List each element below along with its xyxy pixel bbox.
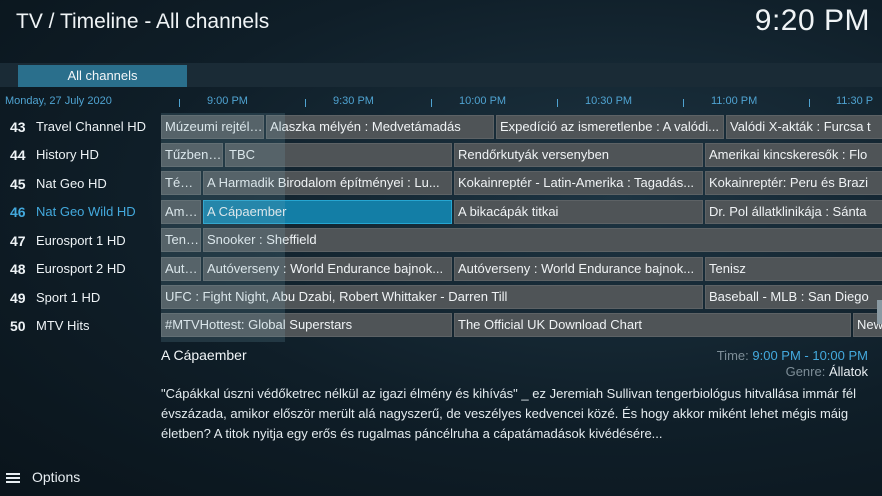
options-label: Options	[32, 469, 81, 485]
time-tick	[431, 99, 432, 107]
channel-name: Sport 1 HD	[36, 290, 101, 305]
program-cell[interactable]: A Harmadik Birodalom építményei : Lu...	[203, 171, 452, 195]
options-button[interactable]: Options	[6, 469, 80, 485]
time-tick	[557, 99, 558, 107]
channel-number: 50	[10, 318, 26, 334]
clock: 9:20 PM	[754, 4, 870, 37]
program-cell[interactable]: UFC : Fight Night, Abu Dzabi, Robert Whi…	[161, 285, 703, 309]
time-tick	[305, 99, 306, 107]
time-mark: 11:00 PM	[711, 95, 758, 107]
menu-icon	[6, 471, 20, 485]
program-cell[interactable]: #MTVHottest: Global Superstars	[161, 313, 452, 337]
program-cell[interactable]: Autóverseny : World Endurance bajnok...	[454, 257, 703, 281]
page-title: TV / Timeline - All channels	[16, 10, 270, 33]
time-label: Time:	[716, 348, 749, 363]
time-mark: 9:00 PM	[207, 95, 248, 107]
time-value: 9:00 PM - 10:00 PM	[752, 348, 868, 363]
program-cell[interactable]: Rendőrkutyák versenyben	[454, 143, 703, 167]
channel-number: 48	[10, 261, 26, 277]
program-cell[interactable]: Dr. Pol állatklinikája : Sánta	[705, 200, 882, 224]
program-cell[interactable]: A bikacápák titkai	[454, 200, 703, 224]
channel-row[interactable]: 49 Sport 1 HD	[0, 284, 160, 312]
channel-name: Eurosport 2 HD	[36, 261, 126, 276]
program-detail-title: A Cápaember	[161, 347, 247, 363]
program-cell[interactable]: Tenisz	[705, 257, 882, 281]
epg-grid: Múzeumi rejtélyek Alaszka mélyén : Medve…	[161, 113, 882, 342]
tab-bar: All channels	[0, 63, 882, 87]
program-cell[interactable]: Amerikai	[161, 200, 201, 224]
channel-number: 44	[10, 147, 26, 163]
channel-row-selected[interactable]: 46 Nat Geo Wild HD	[0, 198, 160, 226]
channel-row[interactable]: 50 MTV Hits	[0, 312, 160, 340]
program-cell[interactable]: Autóverseny : World Endurance bajnok...	[203, 257, 452, 281]
time-tick	[809, 99, 810, 107]
program-cell[interactable]: The Official UK Download Chart	[454, 313, 851, 337]
channel-row[interactable]: 44 History HD	[0, 141, 160, 169]
program-cell-focused[interactable]: A Cápaember	[203, 200, 452, 224]
channel-name: Eurosport 1 HD	[36, 233, 126, 248]
program-cell[interactable]: Expedíció az ismeretlenbe : A valódi...	[496, 115, 724, 139]
program-cell[interactable]: Tenisz	[161, 228, 201, 252]
genre-label: Genre:	[785, 364, 826, 379]
program-cell[interactable]: Alaszka mélyén : Medvetámadás	[266, 115, 494, 139]
time-mark: 11:30 P	[836, 95, 874, 107]
channel-name: MTV Hits	[36, 318, 90, 333]
channel-number: 43	[10, 119, 26, 135]
scrollbar[interactable]	[877, 300, 882, 324]
program-cell[interactable]: Amerikai kincskeresők : Flo	[705, 143, 882, 167]
time-tick	[179, 99, 180, 107]
time-mark: 10:00 PM	[459, 95, 507, 107]
channel-number: 47	[10, 233, 26, 249]
program-cell[interactable]: Kokainreptér - Latin-Amerika : Tagadás..…	[454, 171, 703, 195]
time-mark: 10:30 PM	[585, 95, 633, 107]
program-cell[interactable]: TBC	[225, 143, 452, 167]
channel-number: 49	[10, 290, 26, 306]
program-cell[interactable]: Valódi X-akták : Furcsa t	[726, 115, 882, 139]
tab-all-channels[interactable]: All channels	[18, 65, 187, 87]
channel-name: Nat Geo HD	[36, 176, 107, 191]
program-cell[interactable]: Baseball - MLB : San Diego	[705, 285, 882, 309]
genre-value: Állatok	[828, 364, 868, 379]
channel-row[interactable]: 43 Travel Channel HD	[0, 113, 160, 141]
time-tick	[683, 99, 684, 107]
program-cell[interactable]: Tények	[161, 171, 201, 195]
program-cell[interactable]: Snooker : Sheffield	[203, 228, 882, 252]
channel-number: 46	[10, 204, 26, 220]
program-detail-time: Time: 9:00 PM - 10:00 PM	[717, 348, 868, 363]
program-cell[interactable]: Autóverseny	[161, 257, 201, 281]
program-cell[interactable]: Múzeumi rejtélyek	[161, 115, 264, 139]
channel-name: History HD	[36, 147, 99, 162]
channel-name: Travel Channel HD	[36, 119, 147, 134]
program-detail-genre: Genre: Állatok	[786, 364, 868, 379]
channel-name: Nat Geo Wild HD	[36, 204, 136, 219]
channel-row[interactable]: 45 Nat Geo HD	[0, 170, 160, 198]
channel-row[interactable]: 47 Eurosport 1 HD	[0, 227, 160, 255]
time-mark: 9:30 PM	[333, 95, 374, 107]
program-cell[interactable]: Kokainreptér: Peru és Brazi	[705, 171, 882, 195]
channel-row[interactable]: 48 Eurosport 2 HD	[0, 255, 160, 283]
timeline-date: Monday, 27 July 2020	[5, 95, 112, 107]
program-cell[interactable]: Tűzben edzett	[161, 143, 223, 167]
channel-number: 45	[10, 176, 26, 192]
program-description: "Cápákkal úszni védőketrec nélkül az iga…	[161, 386, 856, 441]
